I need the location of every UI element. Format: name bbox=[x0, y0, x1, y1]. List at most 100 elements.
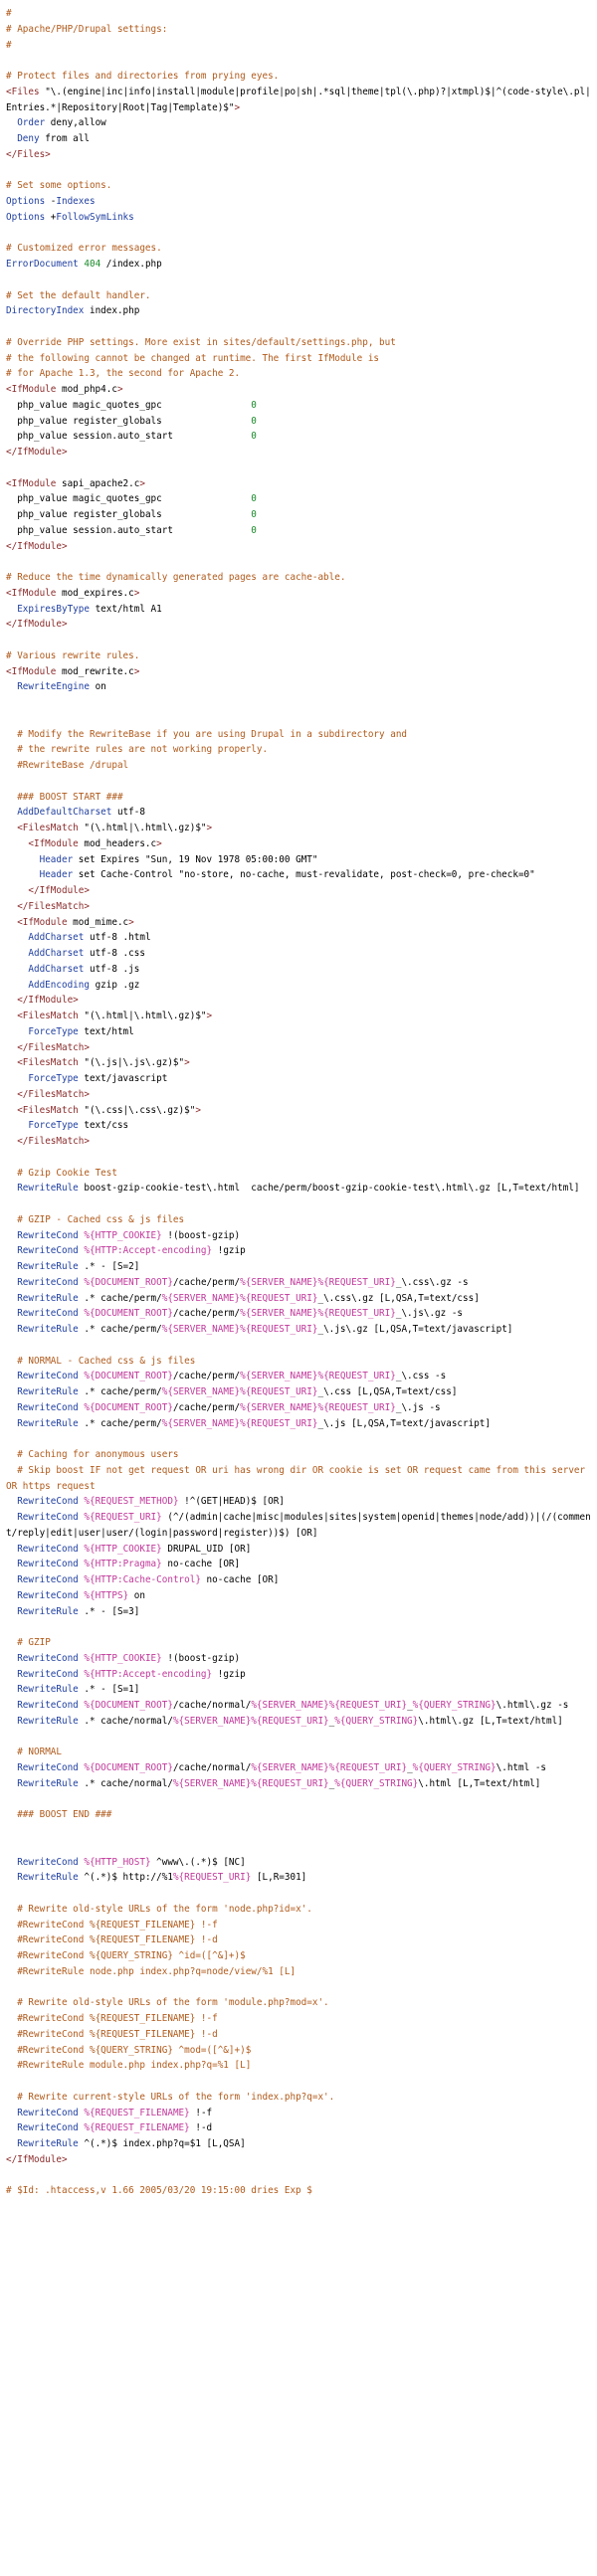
code-token: DirectoryIndex bbox=[6, 305, 85, 317]
code-token: # Various rewrite rules. bbox=[6, 649, 140, 661]
code-line: RewriteCond %{HTTP_COOKIE} !(boost-gzip) bbox=[6, 1651, 593, 1667]
code-token: %{DOCUMENT_ROOT} bbox=[84, 1700, 173, 1711]
code-token: Order bbox=[17, 117, 46, 129]
code-token: 0 bbox=[251, 524, 257, 536]
code-token: .* cache/perm/ bbox=[78, 1292, 162, 1304]
code-line: </IfModule> bbox=[6, 539, 593, 555]
code-token: > bbox=[116, 384, 123, 395]
code-line: # Rewrite old-style URLs of the form 'no… bbox=[6, 1902, 593, 1918]
code-line: <IfModule mod_headers.c> bbox=[6, 836, 593, 852]
code-token: ^(.*)$ http://%1 bbox=[78, 1872, 173, 1884]
code-token: %{DOCUMENT_ROOT} bbox=[84, 1401, 173, 1413]
code-token: no-cache [OR] bbox=[161, 1559, 241, 1570]
code-token: %{SERVER_NAME}%{REQUEST_URI} bbox=[240, 1276, 396, 1288]
code-token: "\.(engine|inc|info|install|module|profi… bbox=[6, 86, 591, 113]
code-line: # bbox=[6, 6, 593, 22]
code-token: utf-8 .js bbox=[84, 963, 140, 975]
code-token: <Files bbox=[6, 86, 40, 97]
code-token: /cache/perm/ bbox=[172, 1276, 241, 1288]
code-token: .* - [S=3] bbox=[78, 1605, 140, 1617]
code-line: php_value register_globals 0 bbox=[6, 507, 593, 523]
code-line: #RewriteBase /drupal bbox=[6, 758, 593, 774]
code-line: AddCharset utf-8 .css bbox=[6, 946, 593, 962]
code-token: #RewriteCond %{REQUEST_FILENAME} !-f bbox=[17, 1919, 218, 1931]
code-token: %{HTTP:Accept-encoding} bbox=[84, 1668, 213, 1680]
code-token: # Override PHP settings. More exist in s… bbox=[6, 336, 396, 348]
code-line: # Rewrite current-style URLs of the form… bbox=[6, 2090, 593, 2106]
code-token: + bbox=[45, 211, 57, 223]
code-line: RewriteRule .* cache/perm/%{SERVER_NAME}… bbox=[6, 1291, 593, 1307]
code-line: # Gzip Cookie Test bbox=[6, 1166, 593, 1182]
code-token: Indexes bbox=[56, 196, 96, 207]
code-line: # Set the default handler. bbox=[6, 288, 593, 304]
code-line: RewriteRule .* - [S=1] bbox=[6, 1682, 593, 1698]
code-line: #RewriteRule module.php index.php?q=%1 [… bbox=[6, 2058, 593, 2074]
code-token: <IfModule bbox=[6, 384, 57, 395]
code-token: # Skip boost IF not get request OR uri h… bbox=[6, 1464, 591, 1492]
code-token: RewriteRule bbox=[17, 1324, 79, 1335]
code-token: # Reduce the time dynamically generated … bbox=[6, 572, 346, 583]
code-token: #RewriteBase /drupal bbox=[17, 760, 129, 771]
code-token: RewriteCond bbox=[17, 1245, 79, 1257]
code-line: #RewriteCond %{REQUEST_FILENAME} !-f bbox=[6, 2011, 593, 2027]
code-token: # Customized error messages. bbox=[6, 243, 162, 255]
code-token: RewriteRule bbox=[17, 1715, 79, 1727]
code-token: # bbox=[6, 39, 12, 51]
code-token: RewriteRule bbox=[17, 1292, 79, 1304]
code-token: mod_mime.c bbox=[67, 916, 129, 928]
code-line: RewriteCond %{HTTP:Cache-Control} no-cac… bbox=[6, 1572, 593, 1588]
code-token: ForceType bbox=[28, 1025, 79, 1037]
code-line: # GZIP - Cached css & js files bbox=[6, 1212, 593, 1228]
code-line: RewriteRule ^(.*)$ http://%1%{REQUEST_UR… bbox=[6, 1870, 593, 1886]
code-line: # Caching for anonymous users bbox=[6, 1447, 593, 1463]
code-line: RewriteCond %{HTTPS} on bbox=[6, 1588, 593, 1604]
code-line: #RewriteCond %{QUERY_STRING} ^mod=([^&]+… bbox=[6, 2043, 593, 2059]
code-token: "(\.js|\.js\.gz)$" bbox=[78, 1057, 185, 1069]
code-token: set Expires "Sun, 19 Nov 1978 05:00:00 G… bbox=[73, 853, 318, 865]
code-token: .* - [S=2] bbox=[78, 1261, 140, 1272]
code-token: RewriteCond bbox=[17, 1512, 79, 1523]
code-token: AddCharset bbox=[28, 948, 85, 959]
code-line: RewriteCond %{REQUEST_METHOD} !^(GET|HEA… bbox=[6, 1494, 593, 1510]
code-token: %{QUERY_STRING} bbox=[412, 1700, 497, 1711]
code-line: # Apache/PHP/Drupal settings: bbox=[6, 22, 593, 38]
code-line: RewriteCond %{DOCUMENT_ROOT}/cache/perm/… bbox=[6, 1369, 593, 1384]
code-token: # Rewrite old-style URLs of the form 'mo… bbox=[17, 1997, 329, 2009]
code-token: RewriteCond bbox=[17, 1371, 79, 1382]
code-line: RewriteCond %{DOCUMENT_ROOT}/cache/perm/… bbox=[6, 1400, 593, 1416]
code-line: Options +FollowSymLinks bbox=[6, 210, 593, 226]
code-token: !gzip bbox=[212, 1668, 246, 1680]
code-token: /cache/perm/ bbox=[172, 1371, 241, 1382]
code-token: %{SERVER_NAME}%{REQUEST_URI} bbox=[161, 1324, 318, 1335]
code-token: php_value magic_quotes_gpc bbox=[6, 399, 252, 411]
code-token: DRUPAL_UID [OR] bbox=[161, 1543, 252, 1555]
code-line: <FilesMatch "(\.html|\.html\.gz)$"> bbox=[6, 821, 593, 836]
code-token: RewriteRule bbox=[17, 1417, 79, 1429]
code-token: > bbox=[156, 837, 162, 849]
code-line: RewriteCond %{DOCUMENT_ROOT}/cache/norma… bbox=[6, 1698, 593, 1714]
code-token: set Cache-Control "no-store, no-cache, m… bbox=[73, 869, 535, 881]
code-token: # bbox=[6, 8, 12, 19]
code-token: .* cache/perm/ bbox=[78, 1324, 162, 1335]
code-token: </FilesMatch> bbox=[17, 1088, 90, 1100]
code-token: "(\.css|\.css\.gz)$" bbox=[78, 1104, 196, 1116]
